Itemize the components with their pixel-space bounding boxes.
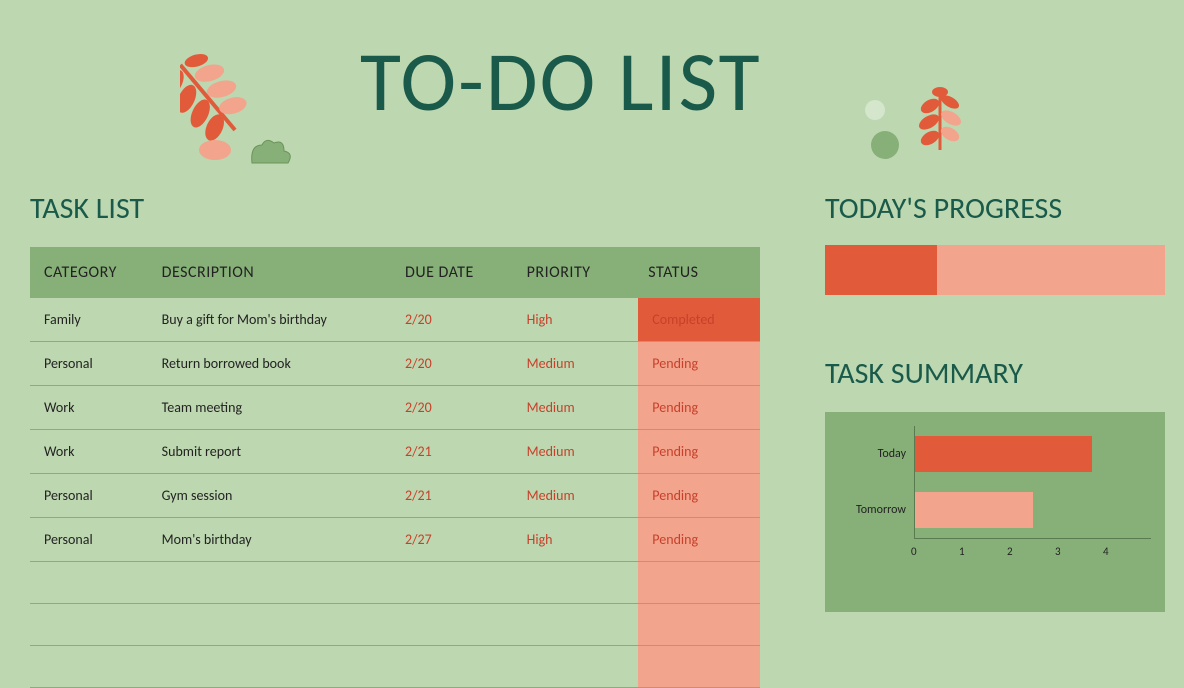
progress-heading: TODAY'S PROGRESS (825, 190, 1165, 227)
table-row[interactable]: PersonalMom's birthday2/27HighPending (30, 518, 760, 562)
leaf-decoration-right (860, 70, 980, 170)
col-due-date[interactable]: DUE DATE (395, 247, 517, 298)
cell-due[interactable]: 2/21 (395, 474, 517, 518)
leaf-decoration-left (180, 35, 320, 175)
chart-x-axis: 01234 (914, 538, 1151, 558)
page-title: TO-DO LIST (360, 30, 762, 133)
cell-category[interactable]: Personal (30, 518, 152, 562)
chart-row: Today (839, 426, 1151, 482)
summary-section: TASK SUMMARY Today Tomorrow 01234 (825, 355, 1165, 612)
progress-fill (825, 245, 937, 295)
cell-status-empty[interactable] (638, 646, 760, 688)
cell-status[interactable]: Pending (638, 386, 760, 430)
cell-description[interactable]: Team meeting (152, 386, 395, 430)
task-list-section: TASK LIST CATEGORY DESCRIPTION DUE DATE … (30, 190, 770, 688)
cell-category[interactable]: Work (30, 386, 152, 430)
col-description[interactable]: DESCRIPTION (152, 247, 395, 298)
col-category[interactable]: CATEGORY (30, 247, 152, 298)
cell-description[interactable]: Buy a gift for Mom's birthday (152, 298, 395, 342)
cell-priority[interactable]: Medium (517, 474, 639, 518)
cell-status[interactable]: Pending (638, 518, 760, 562)
cell-status[interactable]: Pending (638, 430, 760, 474)
task-list-heading: TASK LIST (30, 190, 770, 227)
table-row-empty[interactable] (30, 604, 760, 646)
chart-tick: 4 (1103, 545, 1151, 558)
table-row[interactable]: PersonalReturn borrowed book2/20MediumPe… (30, 342, 760, 386)
header: TO-DO LIST (0, 0, 1184, 175)
progress-bar (825, 245, 1165, 295)
chart-tick: 1 (959, 545, 1007, 558)
cell-category[interactable]: Family (30, 298, 152, 342)
cell-category[interactable]: Personal (30, 342, 152, 386)
cell-category[interactable]: Work (30, 430, 152, 474)
cell-due[interactable]: 2/20 (395, 298, 517, 342)
cell-description[interactable]: Return borrowed book (152, 342, 395, 386)
table-row-empty[interactable] (30, 646, 760, 688)
chart-row: Tomorrow (839, 482, 1151, 538)
cell-description[interactable]: Submit report (152, 430, 395, 474)
table-header-row: CATEGORY DESCRIPTION DUE DATE PRIORITY S… (30, 247, 760, 298)
cell-due[interactable]: 2/27 (395, 518, 517, 562)
chart-category-label: Today (839, 447, 914, 461)
chart-tick: 0 (911, 545, 959, 558)
cell-status-empty[interactable] (638, 604, 760, 646)
table-row[interactable]: WorkTeam meeting2/20MediumPending (30, 386, 760, 430)
chart-category-label: Tomorrow (839, 503, 914, 517)
cell-priority[interactable]: Medium (517, 430, 639, 474)
cell-status[interactable]: Pending (638, 342, 760, 386)
cell-priority[interactable]: Medium (517, 386, 639, 430)
chart-bar-area (914, 426, 1151, 482)
cell-status[interactable]: Pending (638, 474, 760, 518)
summary-chart: Today Tomorrow 01234 (825, 412, 1165, 612)
cell-status[interactable]: Completed (638, 298, 760, 342)
chart-tick: 2 (1007, 545, 1055, 558)
table-row[interactable]: PersonalGym session2/21MediumPending (30, 474, 760, 518)
chart-bar (915, 492, 1033, 528)
task-table: CATEGORY DESCRIPTION DUE DATE PRIORITY S… (30, 247, 760, 688)
cell-description[interactable]: Gym session (152, 474, 395, 518)
cell-priority[interactable]: High (517, 518, 639, 562)
cell-due[interactable]: 2/20 (395, 342, 517, 386)
chart-tick: 3 (1055, 545, 1103, 558)
table-row[interactable]: FamilyBuy a gift for Mom's birthday2/20H… (30, 298, 760, 342)
cell-due[interactable]: 2/21 (395, 430, 517, 474)
table-row[interactable]: WorkSubmit report2/21MediumPending (30, 430, 760, 474)
cell-priority[interactable]: Medium (517, 342, 639, 386)
chart-bar (915, 436, 1092, 472)
col-priority[interactable]: PRIORITY (517, 247, 639, 298)
cell-status-empty[interactable] (638, 562, 760, 604)
cell-category[interactable]: Personal (30, 474, 152, 518)
summary-heading: TASK SUMMARY (825, 355, 1165, 392)
table-row-empty[interactable] (30, 562, 760, 604)
col-status[interactable]: STATUS (638, 247, 760, 298)
cell-description[interactable]: Mom's birthday (152, 518, 395, 562)
progress-section: TODAY'S PROGRESS (825, 190, 1165, 295)
cell-priority[interactable]: High (517, 298, 639, 342)
cell-due[interactable]: 2/20 (395, 386, 517, 430)
chart-bar-area (914, 482, 1151, 538)
